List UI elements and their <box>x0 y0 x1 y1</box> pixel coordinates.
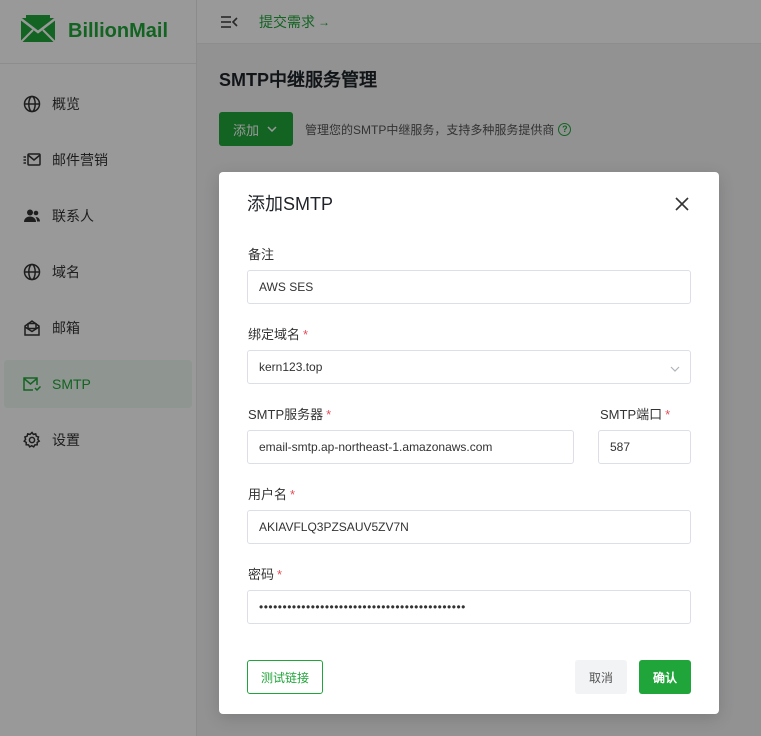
remark-label-text: 备注 <box>248 247 275 262</box>
password-label-text: 密码 <box>248 567 275 582</box>
smtp-port-input[interactable]: 587 <box>598 430 691 464</box>
dialog-title: 添加SMTP <box>247 194 334 214</box>
close-icon[interactable] <box>672 194 692 214</box>
username-label: 用户名 * <box>248 484 295 503</box>
required-mark: * <box>665 407 671 422</box>
password-label: 密码 * <box>248 564 282 583</box>
port-value: 587 <box>610 440 631 454</box>
confirm-button[interactable]: 确认 <box>639 660 691 694</box>
add-smtp-dialog: 添加SMTP 备注 AWS SES 绑定域名 * kern123.top SMTP… <box>219 172 719 714</box>
port-label: SMTP端口 * <box>600 404 670 423</box>
remark-value: AWS SES <box>259 280 314 294</box>
domain-label: 绑定域名 * <box>248 324 308 343</box>
server-label-text: SMTP服务器 <box>248 407 324 422</box>
cancel-button[interactable]: 取消 <box>575 660 627 694</box>
username-input[interactable]: AKIAVFLQ3PZSAUV5ZV7N <box>247 510 691 544</box>
remark-label: 备注 <box>248 244 274 263</box>
smtp-server-input[interactable]: email-smtp.ap-northeast-1.amazonaws.com <box>247 430 574 464</box>
server-value: email-smtp.ap-northeast-1.amazonaws.com <box>259 440 493 454</box>
domain-select[interactable]: kern123.top <box>247 350 691 384</box>
port-label-text: SMTP端口 <box>600 407 663 422</box>
remark-input[interactable]: AWS SES <box>247 270 691 304</box>
required-mark: * <box>326 407 332 422</box>
domain-value: kern123.top <box>259 360 323 374</box>
password-value: ••••••••••••••••••••••••••••••••••••••••… <box>259 600 466 614</box>
required-mark: * <box>277 567 283 582</box>
required-mark: * <box>303 327 309 342</box>
server-label: SMTP服务器 * <box>248 404 331 423</box>
chevron-down-icon <box>670 363 680 373</box>
required-mark: * <box>290 487 296 502</box>
test-connection-button[interactable]: 测试链接 <box>247 660 323 694</box>
username-label-text: 用户名 <box>248 487 288 502</box>
domain-label-text: 绑定域名 <box>248 327 301 342</box>
username-value: AKIAVFLQ3PZSAUV5ZV7N <box>259 520 409 534</box>
password-input[interactable]: ••••••••••••••••••••••••••••••••••••••••… <box>247 590 691 624</box>
